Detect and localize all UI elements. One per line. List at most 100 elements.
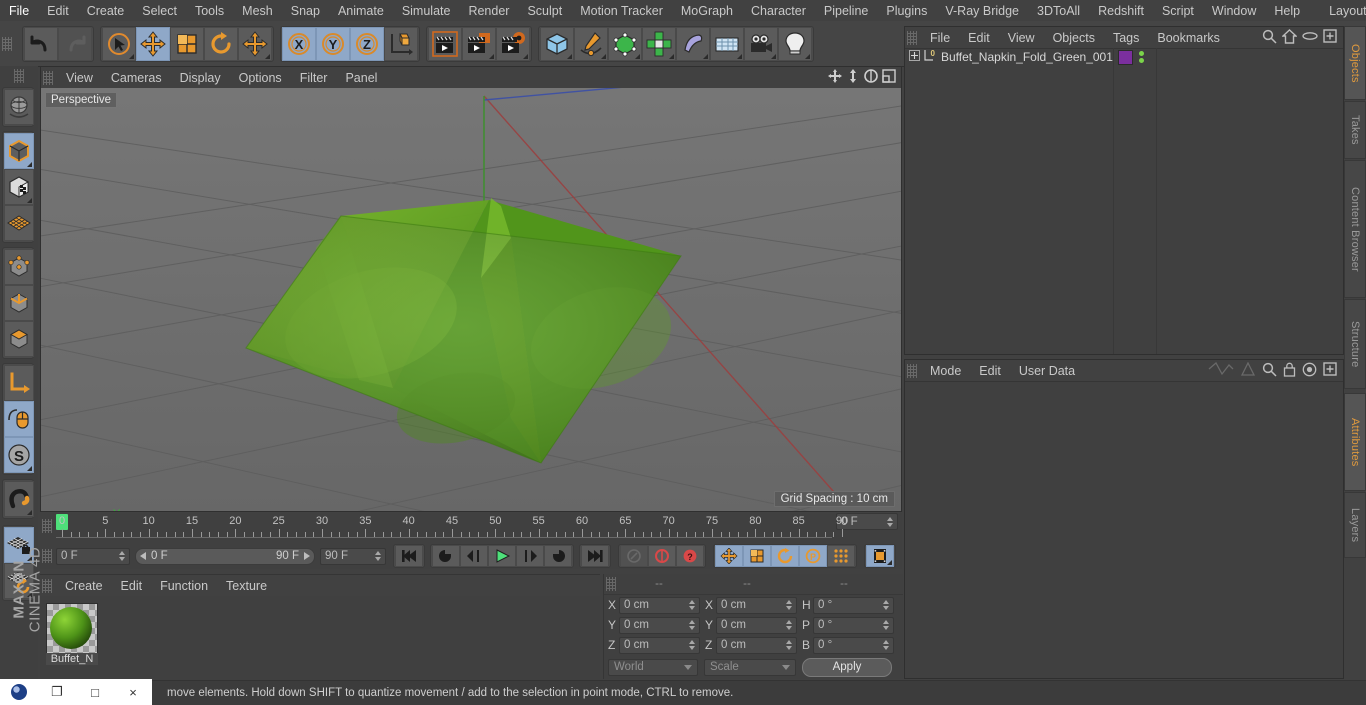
tab-takes[interactable]: Takes bbox=[1344, 101, 1366, 159]
timeline-ruler[interactable]: 0 5 10 15 20 25 30 35 40 45 50 55 60 65 70 75 80 85 90 0 F bbox=[40, 513, 902, 543]
menu-select[interactable]: Select bbox=[133, 0, 186, 22]
render-view-button[interactable] bbox=[428, 26, 462, 61]
viewport-menu-view[interactable]: View bbox=[57, 67, 102, 89]
menu-motion-tracker[interactable]: Motion Tracker bbox=[571, 0, 672, 22]
size-y-field[interactable]: 0 cm bbox=[716, 616, 797, 634]
lock-y-axis-button[interactable]: Y bbox=[316, 26, 350, 61]
menu-file[interactable]: File bbox=[0, 0, 38, 22]
attributes-menu-mode[interactable]: Mode bbox=[921, 360, 970, 382]
autokeying-button[interactable] bbox=[648, 545, 676, 567]
next-frame-button[interactable] bbox=[516, 545, 544, 567]
menu-edit[interactable]: Edit bbox=[38, 0, 78, 22]
menu-pipeline[interactable]: Pipeline bbox=[815, 0, 877, 22]
add-cube-button[interactable] bbox=[540, 26, 574, 61]
position-z-field[interactable]: 0 cm bbox=[619, 636, 700, 654]
axis-move-button[interactable] bbox=[238, 26, 272, 61]
menu-render[interactable]: Render bbox=[459, 0, 518, 22]
home-icon[interactable] bbox=[1281, 28, 1298, 47]
polygon-mode-button[interactable] bbox=[4, 321, 34, 357]
dolly-icon[interactable] bbox=[845, 68, 861, 87]
viewport-menu-cameras[interactable]: Cameras bbox=[102, 67, 171, 89]
enable-snapping-button[interactable] bbox=[4, 401, 34, 437]
attributes-menu-user-data[interactable]: User Data bbox=[1010, 360, 1084, 382]
coordinates-grip[interactable] bbox=[606, 577, 616, 591]
search-icon[interactable] bbox=[1262, 362, 1277, 380]
lock-icon[interactable] bbox=[1283, 362, 1296, 380]
size-z-field[interactable]: 0 cm bbox=[716, 636, 797, 654]
close-button[interactable]: × bbox=[114, 679, 152, 705]
add-scene-button[interactable] bbox=[710, 26, 744, 61]
go-to-start-button[interactable] bbox=[395, 545, 423, 567]
record-active-objects-button[interactable] bbox=[620, 545, 648, 567]
menu-mesh[interactable]: Mesh bbox=[233, 0, 282, 22]
menu-v-ray-bridge[interactable]: V-Ray Bridge bbox=[936, 0, 1028, 22]
pan-icon[interactable] bbox=[827, 68, 843, 87]
viewport-menu-display[interactable]: Display bbox=[171, 67, 230, 89]
tab-objects[interactable]: Objects bbox=[1344, 26, 1366, 100]
left-toolbar-grip[interactable] bbox=[14, 69, 24, 83]
menu-character[interactable]: Character bbox=[742, 0, 815, 22]
end-frame-field[interactable]: 90 F bbox=[320, 547, 386, 565]
coordinate-mode-dropdown[interactable]: Scale bbox=[704, 658, 796, 676]
menu-mograph[interactable]: MoGraph bbox=[672, 0, 742, 22]
record-rotation-button[interactable] bbox=[771, 545, 799, 567]
menu-sculpt[interactable]: Sculpt bbox=[518, 0, 571, 22]
menu-help[interactable]: Help bbox=[1265, 0, 1309, 22]
rotate-tool-button[interactable] bbox=[204, 26, 238, 61]
tab-attributes[interactable]: Attributes bbox=[1344, 393, 1366, 491]
menu-animate[interactable]: Animate bbox=[329, 0, 393, 22]
layer-dots-icon[interactable] bbox=[1138, 51, 1144, 63]
viewport-menu-panel[interactable]: Panel bbox=[336, 67, 386, 89]
object-tree-column[interactable]: 0 Buffet_Napkin_Fold_Green_001 bbox=[905, 48, 1114, 354]
menu-redshift[interactable]: Redshift bbox=[1089, 0, 1153, 22]
record-pla-button[interactable] bbox=[827, 545, 855, 567]
coordinate-system-dropdown[interactable]: World bbox=[608, 658, 698, 676]
size-x-field-spinner[interactable] bbox=[785, 600, 792, 611]
record-parameter-button[interactable]: P bbox=[799, 545, 827, 567]
menu-window[interactable]: Window bbox=[1203, 0, 1265, 22]
texture-mode-button[interactable] bbox=[4, 169, 34, 205]
timeline-grip[interactable] bbox=[42, 519, 52, 533]
viewport-3d[interactable]: Y Z X Perspective Grid Spacing : 10 cm bbox=[41, 88, 901, 511]
add-generator-button[interactable] bbox=[608, 26, 642, 61]
lock-z-axis-button[interactable]: Z bbox=[350, 26, 384, 61]
object-menu-tags[interactable]: Tags bbox=[1104, 27, 1148, 49]
add-camera-button[interactable] bbox=[744, 26, 778, 61]
object-layers-column[interactable] bbox=[1157, 48, 1343, 354]
search-icon[interactable] bbox=[1262, 29, 1277, 47]
tab-structure[interactable]: Structure bbox=[1344, 299, 1366, 389]
position-x-field[interactable]: 0 cm bbox=[619, 596, 700, 614]
material-grip[interactable] bbox=[42, 578, 52, 593]
point-mode-button[interactable] bbox=[4, 249, 34, 285]
menu-3dtoall[interactable]: 3DToAll bbox=[1028, 0, 1089, 22]
add-light-button[interactable] bbox=[778, 26, 812, 61]
tab-layers[interactable]: Layers bbox=[1344, 492, 1366, 558]
object-row[interactable]: 0 Buffet_Napkin_Fold_Green_001 bbox=[905, 48, 1113, 66]
size-y-field-spinner[interactable] bbox=[785, 620, 792, 631]
plus-box-icon[interactable] bbox=[1323, 362, 1337, 379]
move-tool-button[interactable] bbox=[136, 26, 170, 61]
lock-x-axis-button[interactable]: X bbox=[282, 26, 316, 61]
expand-icon[interactable] bbox=[909, 50, 920, 64]
menu-create[interactable]: Create bbox=[78, 0, 134, 22]
material-menu-edit[interactable]: Edit bbox=[112, 575, 152, 597]
rotation-p-field[interactable]: 0 ° bbox=[813, 616, 894, 634]
attributes-menu-edit[interactable]: Edit bbox=[970, 360, 1010, 382]
previous-frame-button[interactable] bbox=[460, 545, 488, 567]
keyframe-selection-button[interactable]: ? bbox=[676, 545, 704, 567]
undo-button[interactable] bbox=[24, 26, 58, 61]
size-x-field[interactable]: 0 cm bbox=[716, 596, 797, 614]
menu-plugins[interactable]: Plugins bbox=[877, 0, 936, 22]
attributes-grip[interactable] bbox=[907, 363, 917, 378]
restore-button[interactable]: ❐ bbox=[38, 679, 76, 705]
go-to-end-button[interactable] bbox=[581, 545, 609, 567]
transport-grip[interactable] bbox=[42, 549, 52, 563]
menu-script[interactable]: Script bbox=[1153, 0, 1203, 22]
menu-snap[interactable]: Snap bbox=[282, 0, 329, 22]
material-menu-create[interactable]: Create bbox=[56, 575, 112, 597]
apply-button[interactable]: Apply bbox=[802, 657, 892, 677]
object-menu-view[interactable]: View bbox=[999, 27, 1044, 49]
minimize-button[interactable]: □ bbox=[76, 679, 114, 705]
undo-view-button[interactable] bbox=[4, 89, 34, 125]
record-position-button[interactable] bbox=[715, 545, 743, 567]
